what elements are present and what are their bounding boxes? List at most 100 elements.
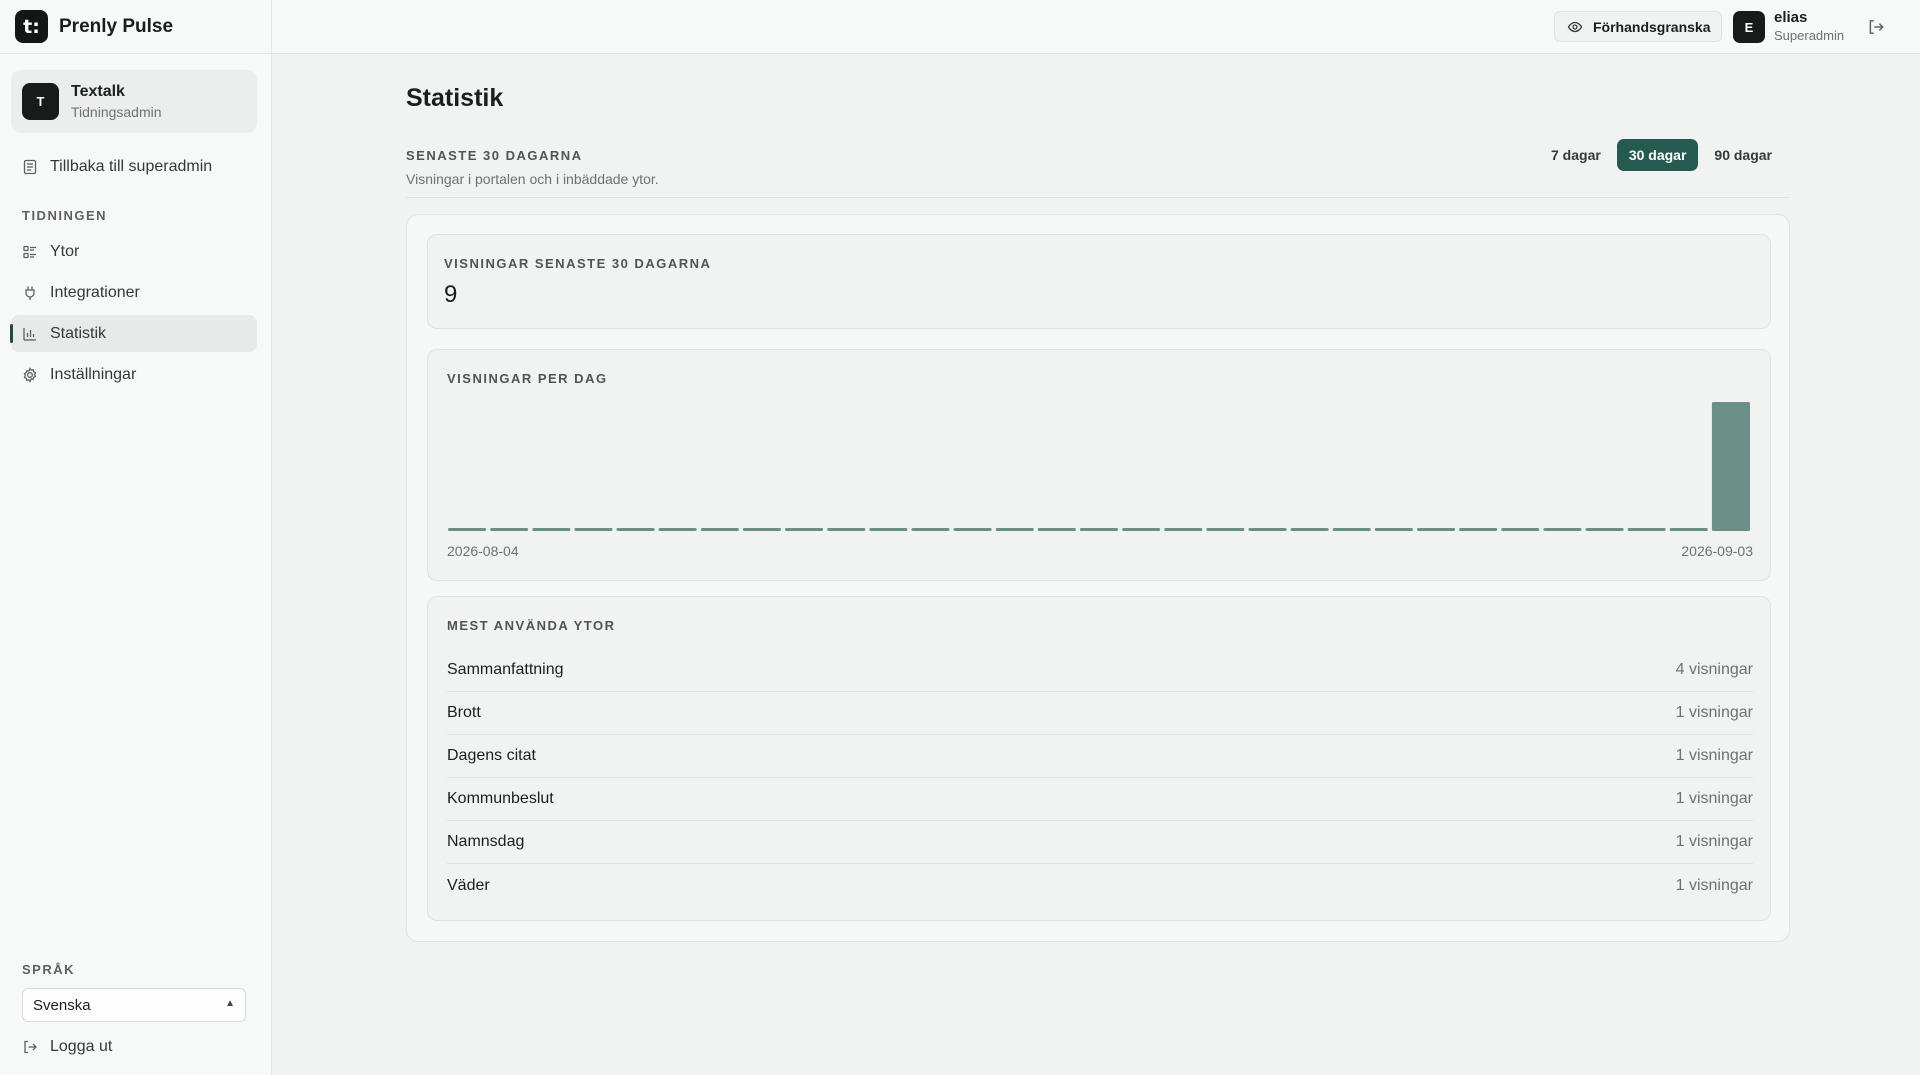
- list-item[interactable]: Sammanfattning 4 visningar: [447, 649, 1753, 692]
- chart-bar[interactable]: [911, 528, 950, 531]
- chart-bar[interactable]: [448, 528, 487, 531]
- top-surfaces-label: MEST ANVÄNDA YTOR: [447, 618, 616, 633]
- sidebar-item-label: Inställningar: [50, 365, 137, 383]
- chart-bar[interactable]: [995, 528, 1034, 531]
- chart-bar[interactable]: [490, 528, 529, 531]
- chart-bar[interactable]: [1501, 528, 1540, 531]
- gear-icon: [22, 366, 38, 383]
- chart-bar[interactable]: [1206, 528, 1245, 531]
- sidebar-item-label: Statistik: [50, 324, 107, 342]
- list-item[interactable]: Brott 1 visningar: [447, 692, 1753, 735]
- language-value: Svenska: [33, 996, 91, 1014]
- sidebar-item-label: Integrationer: [50, 283, 140, 301]
- sidebar-item-ytor[interactable]: Ytor: [11, 233, 257, 270]
- org-switcher[interactable]: T Textalk Tidningsadmin: [11, 70, 257, 133]
- surface-count: 1 visningar: [1675, 790, 1753, 807]
- sidebar-item-label: Ytor: [50, 242, 80, 260]
- chart-bar[interactable]: [827, 528, 866, 531]
- sidebar-item-installningar[interactable]: Inställningar: [11, 356, 257, 393]
- divider: [406, 197, 1790, 198]
- chart-bar[interactable]: [1417, 528, 1456, 531]
- chart-bar[interactable]: [785, 528, 824, 531]
- chart-bar[interactable]: [1669, 528, 1708, 531]
- org-avatar: T: [22, 83, 59, 120]
- preview-button-label: Förhandsgranska: [1593, 18, 1711, 35]
- top-surfaces-list: Sammanfattning 4 visningar Brott 1 visni…: [447, 649, 1753, 907]
- list-item[interactable]: Kommunbeslut 1 visningar: [447, 778, 1753, 821]
- x-tick-label-start: 2026-08-04: [447, 543, 519, 559]
- chart-bar[interactable]: [1122, 528, 1161, 531]
- range-tab-90-days[interactable]: 90 dagar: [1702, 139, 1784, 171]
- logout-icon: [22, 1039, 38, 1055]
- chart-bar[interactable]: [1543, 528, 1582, 531]
- language-label: SPRÅK: [22, 962, 76, 977]
- sidebar: t: Prenly Pulse T Textalk Tidningsadmin …: [0, 0, 272, 1075]
- surface-name: Brott: [447, 704, 481, 721]
- user-name: elias: [1774, 9, 1808, 26]
- chart-card: VISNINGAR PER DAG 2026-08-04 2026-09-03: [427, 349, 1771, 581]
- surface-count: 1 visningar: [1675, 704, 1753, 721]
- chart-bar[interactable]: [658, 528, 697, 531]
- chart-bar[interactable]: [1037, 528, 1076, 531]
- document-icon: [22, 159, 38, 175]
- logout-icon[interactable]: [1867, 18, 1885, 36]
- preview-button[interactable]: Förhandsgranska: [1554, 11, 1722, 42]
- plug-icon: [22, 285, 38, 301]
- bar-chart-icon: [22, 326, 38, 342]
- chart-bar[interactable]: [1079, 528, 1118, 531]
- surface-name: Sammanfattning: [447, 661, 564, 678]
- kpi-value: 9: [444, 281, 458, 308]
- list-item[interactable]: Namnsdag 1 visningar: [447, 821, 1753, 864]
- sidebar-nav: Ytor Integrationer Statistik Inställning…: [10, 233, 257, 397]
- chart-bar[interactable]: [700, 528, 739, 531]
- range-tab-7-days[interactable]: 7 dagar: [1539, 139, 1613, 171]
- chart-bar[interactable]: [869, 528, 908, 531]
- daily-views-chart: 2026-08-04 2026-09-03: [447, 402, 1753, 559]
- kpi-label: VISNINGAR SENASTE 30 DAGARNA: [444, 256, 712, 271]
- chart-bar[interactable]: [532, 528, 571, 531]
- chart-bar[interactable]: [1459, 528, 1498, 531]
- chart-bar[interactable]: [1627, 528, 1666, 531]
- x-tick-label-end: 2026-09-03: [1681, 543, 1753, 559]
- surface-count: 1 visningar: [1675, 747, 1753, 764]
- chart-bar[interactable]: [1711, 402, 1750, 531]
- logout-link[interactable]: Logga ut: [22, 1038, 112, 1056]
- chart-bar[interactable]: [742, 528, 781, 531]
- top-surfaces-card: MEST ANVÄNDA YTOR Sammanfattning 4 visni…: [427, 596, 1771, 921]
- back-to-superadmin-link[interactable]: Tillbaka till superadmin: [22, 158, 212, 176]
- surface-name: Väder: [447, 876, 490, 894]
- list-icon: [22, 244, 38, 260]
- chart-bar[interactable]: [616, 528, 655, 531]
- brand[interactable]: t: Prenly Pulse: [0, 0, 271, 54]
- surface-count: 1 visningar: [1675, 833, 1753, 850]
- chart-bar[interactable]: [1585, 528, 1624, 531]
- logout-label: Logga ut: [50, 1038, 113, 1055]
- list-item[interactable]: Dagens citat 1 visningar: [447, 735, 1753, 778]
- chart-bar[interactable]: [1248, 528, 1287, 531]
- brand-logo: t:: [15, 10, 48, 43]
- topbar: Förhandsgranska E elias Superadmin: [272, 0, 1920, 54]
- language-select[interactable]: Svenska ▲: [22, 988, 246, 1022]
- range-tabs: 7 dagar 30 dagar 90 dagar: [1535, 139, 1784, 171]
- chart-bar[interactable]: [574, 528, 613, 531]
- list-item[interactable]: Väder 1 visningar: [447, 864, 1753, 907]
- range-tab-30-days[interactable]: 30 dagar: [1616, 139, 1699, 171]
- stats-panel: VISNINGAR SENASTE 30 DAGARNA 9 VISNINGAR…: [406, 214, 1790, 942]
- chart-bar[interactable]: [1290, 528, 1329, 531]
- chart-bar[interactable]: [1164, 528, 1203, 531]
- user-role: Superadmin: [1774, 28, 1845, 43]
- sidebar-item-statistik[interactable]: Statistik: [10, 315, 257, 352]
- range-label: SENASTE 30 DAGARNA: [406, 148, 583, 163]
- avatar[interactable]: E: [1733, 11, 1765, 43]
- section-label-tidningen: TIDNINGEN: [22, 208, 107, 223]
- chart-bar[interactable]: [953, 528, 992, 531]
- chart-bar[interactable]: [1332, 528, 1371, 531]
- chart-bar[interactable]: [1374, 528, 1413, 531]
- surface-name: Namnsdag: [447, 833, 525, 850]
- caret-up-icon: ▲: [225, 998, 235, 1009]
- back-to-superadmin-label: Tillbaka till superadmin: [50, 158, 213, 175]
- sidebar-item-integrationer[interactable]: Integrationer: [11, 274, 257, 311]
- org-role: Tidningsadmin: [71, 104, 162, 120]
- range-subtitle: Visningar i portalen och i inbäddade yto…: [406, 171, 659, 187]
- surface-count: 1 visningar: [1675, 876, 1753, 894]
